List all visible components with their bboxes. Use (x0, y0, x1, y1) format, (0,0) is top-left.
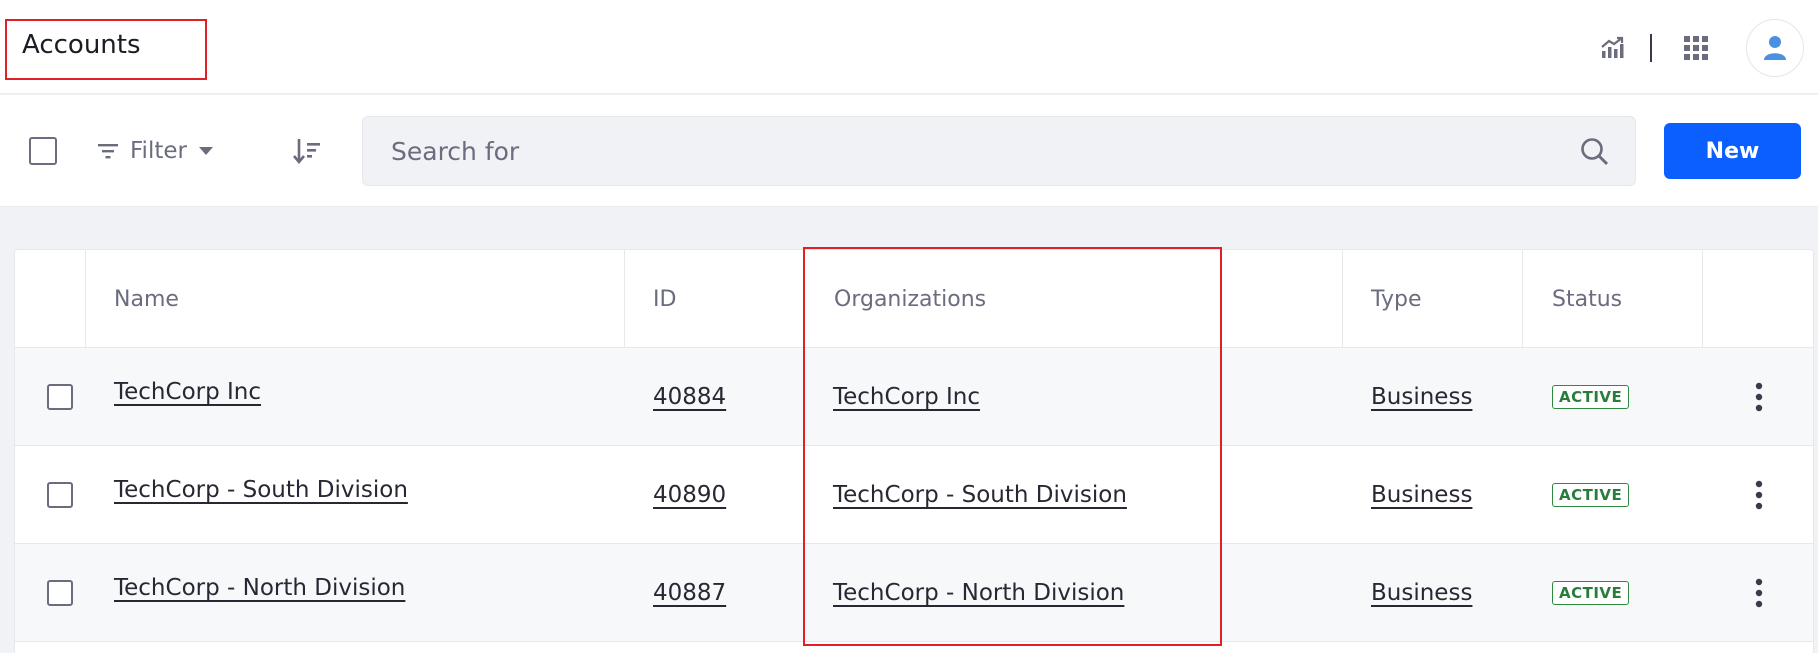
sort-icon (293, 139, 320, 165)
table-header-row: Name ID Organizations Type Status (15, 250, 1813, 348)
column-divider (1522, 250, 1523, 348)
status-badge: ACTIVE (1552, 581, 1630, 605)
table-row: TechCorp - North Division 40887 TechCorp… (15, 544, 1813, 642)
user-icon (1764, 36, 1786, 60)
account-id-link[interactable]: 40884 (653, 384, 726, 410)
column-header-id[interactable]: ID (653, 250, 676, 348)
status-badge: ACTIVE (1552, 385, 1630, 409)
organization-link[interactable]: TechCorp - South Division (833, 482, 1127, 508)
filter-icon (98, 144, 118, 159)
type-link[interactable]: Business (1371, 482, 1472, 508)
column-divider (85, 250, 86, 348)
organization-link[interactable]: TechCorp Inc (833, 384, 980, 410)
column-header-name[interactable]: Name (114, 250, 179, 348)
management-toolbar: Filter New (0, 95, 1818, 207)
sort-button[interactable] (287, 131, 327, 171)
account-name-link[interactable]: TechCorp Inc (114, 379, 261, 405)
apps-grid-icon[interactable] (1676, 28, 1716, 68)
row-actions-kebab-icon[interactable] (1744, 573, 1774, 613)
row-checkbox[interactable] (47, 482, 73, 508)
search-bar (362, 116, 1636, 186)
column-header-status[interactable]: Status (1552, 250, 1622, 348)
account-id-link[interactable]: 40890 (653, 482, 726, 508)
filter-label: Filter (130, 138, 187, 164)
top-bar: Accounts (0, 0, 1818, 94)
column-divider (1702, 250, 1703, 348)
user-avatar[interactable] (1746, 19, 1804, 77)
type-link[interactable]: Business (1371, 384, 1472, 410)
top-actions (1592, 18, 1804, 78)
table-row: TechCorp - South Division 40890 TechCorp… (15, 446, 1813, 544)
row-actions-kebab-icon[interactable] (1744, 475, 1774, 515)
accounts-table: Name ID Organizations Type Status TechCo… (14, 249, 1814, 653)
status-badge: ACTIVE (1552, 483, 1630, 507)
row-checkbox[interactable] (47, 384, 73, 410)
account-name-link[interactable]: TechCorp - South Division (114, 477, 408, 503)
search-input[interactable] (391, 117, 1541, 185)
search-icon[interactable] (1579, 136, 1611, 168)
organization-link[interactable]: TechCorp - North Division (833, 580, 1124, 606)
filter-button[interactable]: Filter (96, 131, 215, 171)
column-divider (624, 250, 625, 348)
type-link[interactable]: Business (1371, 580, 1472, 606)
column-divider (1342, 250, 1343, 348)
row-actions-kebab-icon[interactable] (1744, 377, 1774, 417)
analytics-chart-icon[interactable] (1592, 28, 1632, 68)
select-all-checkbox[interactable] (29, 137, 57, 165)
title-highlight-box (5, 19, 207, 80)
new-button[interactable]: New (1664, 123, 1801, 179)
caret-down-icon (198, 147, 213, 155)
table-row: TechCorp Inc 40884 TechCorp Inc Business… (15, 348, 1813, 446)
account-id-link[interactable]: 40887 (653, 580, 726, 606)
column-header-type[interactable]: Type (1371, 250, 1422, 348)
divider (1650, 34, 1652, 62)
column-header-organizations[interactable]: Organizations (834, 250, 986, 348)
row-checkbox[interactable] (47, 580, 73, 606)
account-name-link[interactable]: TechCorp - North Division (114, 575, 405, 601)
